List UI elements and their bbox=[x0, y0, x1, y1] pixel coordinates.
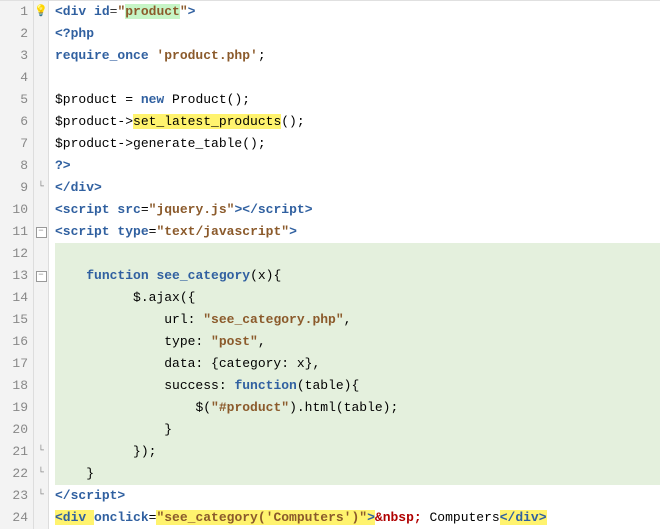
code-line: } bbox=[55, 463, 660, 485]
code-line: $product->set_latest_products(); bbox=[55, 111, 660, 133]
code-line: <script type="text/javascript"> bbox=[55, 221, 660, 243]
line-number: 22 bbox=[0, 463, 28, 485]
code-editor: 1 2 3 4 5 6 7 8 9 10 11 12 13 14 15 16 1… bbox=[0, 0, 660, 529]
code-line: function see_category(x){ bbox=[55, 265, 660, 287]
fold-end: └ bbox=[34, 485, 48, 507]
line-number: 10 bbox=[0, 199, 28, 221]
fold-toggle-icon[interactable]: − bbox=[36, 227, 47, 238]
line-number: 7 bbox=[0, 133, 28, 155]
code-area[interactable]: <div id="product"> <?php require_once 'p… bbox=[49, 1, 660, 529]
code-line bbox=[55, 67, 660, 89]
code-line: <?php bbox=[55, 23, 660, 45]
line-number: 4 bbox=[0, 67, 28, 89]
line-number: 1 bbox=[0, 1, 28, 23]
code-line: ?> bbox=[55, 155, 660, 177]
code-line: $product = new Product(); bbox=[55, 89, 660, 111]
line-number: 21 bbox=[0, 441, 28, 463]
code-line: $product->generate_table(); bbox=[55, 133, 660, 155]
line-number: 23 bbox=[0, 485, 28, 507]
code-line: <script src="jquery.js"></script> bbox=[55, 199, 660, 221]
line-number: 5 bbox=[0, 89, 28, 111]
code-line: </script> bbox=[55, 485, 660, 507]
line-number: 6 bbox=[0, 111, 28, 133]
line-number-gutter: 1 2 3 4 5 6 7 8 9 10 11 12 13 14 15 16 1… bbox=[0, 1, 34, 529]
line-number: 3 bbox=[0, 45, 28, 67]
fold-end: └ bbox=[34, 177, 48, 199]
line-number: 15 bbox=[0, 309, 28, 331]
line-number: 13 bbox=[0, 265, 28, 287]
line-number: 9 bbox=[0, 177, 28, 199]
line-number: 12 bbox=[0, 243, 28, 265]
code-line bbox=[55, 243, 660, 265]
code-line: success: function(table){ bbox=[55, 375, 660, 397]
line-number: 11 bbox=[0, 221, 28, 243]
fold-end: └ bbox=[34, 463, 48, 485]
code-line: <div onclick="see_category('Computers')"… bbox=[55, 507, 660, 529]
code-line: data: {category: x}, bbox=[55, 353, 660, 375]
line-number: 14 bbox=[0, 287, 28, 309]
code-line: } bbox=[55, 419, 660, 441]
code-line: $("#product").html(table); bbox=[55, 397, 660, 419]
lightbulb-icon[interactable]: 💡 bbox=[34, 6, 48, 18]
line-number: 19 bbox=[0, 397, 28, 419]
code-line: require_once 'product.php'; bbox=[55, 45, 660, 67]
code-line: url: "see_category.php", bbox=[55, 309, 660, 331]
code-line: <div id="product"> bbox=[55, 1, 660, 23]
line-number: 20 bbox=[0, 419, 28, 441]
line-number: 16 bbox=[0, 331, 28, 353]
fold-gutter: 💡 └ − − └ └ └ bbox=[34, 1, 49, 529]
line-number: 17 bbox=[0, 353, 28, 375]
line-number: 24 bbox=[0, 507, 28, 529]
fold-end: └ bbox=[34, 441, 48, 463]
line-number: 8 bbox=[0, 155, 28, 177]
code-line: }); bbox=[55, 441, 660, 463]
line-number: 2 bbox=[0, 23, 28, 45]
code-line: type: "post", bbox=[55, 331, 660, 353]
code-line: $.ajax({ bbox=[55, 287, 660, 309]
code-line: </div> bbox=[55, 177, 660, 199]
line-number: 18 bbox=[0, 375, 28, 397]
fold-toggle-icon[interactable]: − bbox=[36, 271, 47, 282]
